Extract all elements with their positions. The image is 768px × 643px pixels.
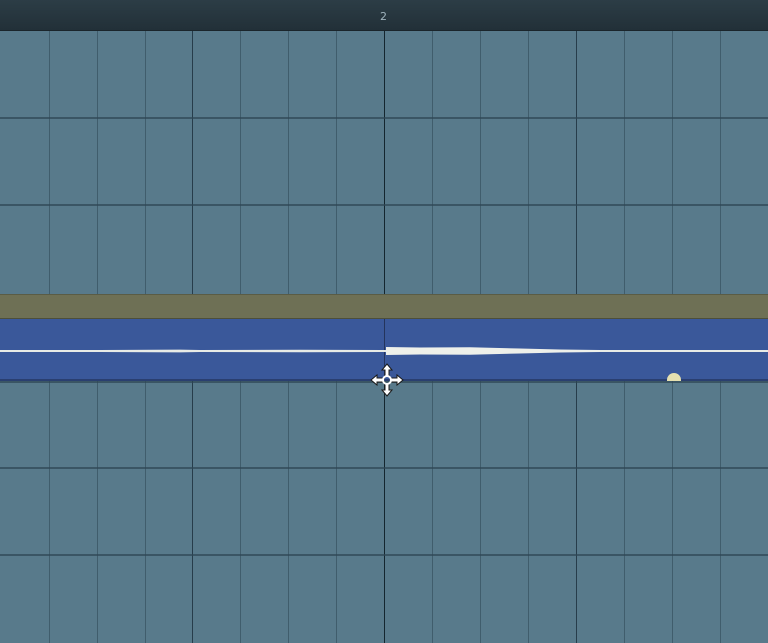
track-separator [0,554,768,556]
waveform [0,347,768,355]
timeline-ruler[interactable]: 2 [0,0,768,31]
track-separator [0,117,768,119]
track-separator [0,204,768,206]
track-separator [0,467,768,469]
playlist-window: 2 [0,0,768,643]
fade-handle-icon[interactable] [667,373,681,381]
move-cursor-icon [370,363,404,397]
clip-title-bar[interactable] [0,294,768,319]
bar-number-label: 2 [380,10,387,23]
